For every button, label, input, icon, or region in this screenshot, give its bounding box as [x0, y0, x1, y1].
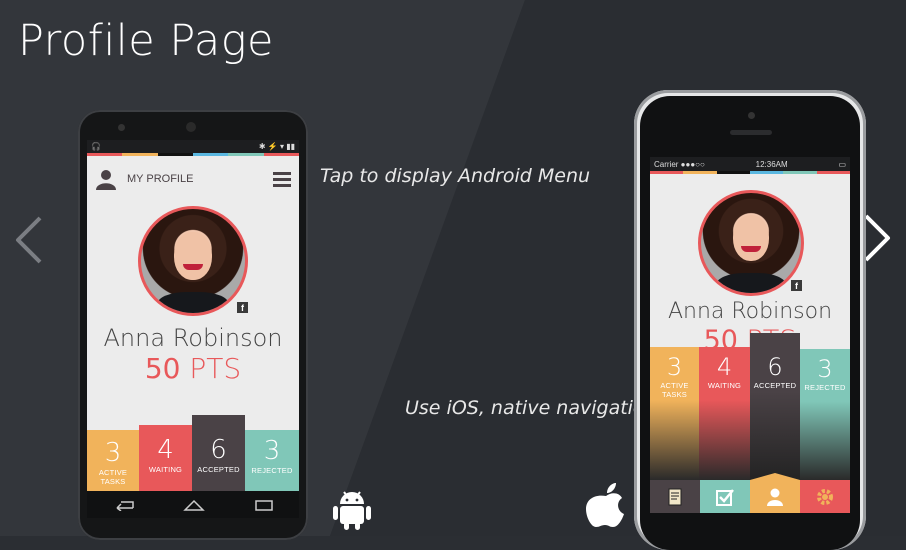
stat-value: 3: [666, 353, 683, 381]
stat-label: ACCEPTED: [197, 465, 240, 474]
stat-value: 3: [817, 355, 833, 383]
profile-user-icon: [96, 170, 116, 190]
profile-avatar[interactable]: [138, 206, 248, 316]
stat-accepted[interactable]: 6 ACCEPTED: [750, 333, 800, 480]
stat-value: 4: [716, 353, 733, 381]
document-icon: [668, 488, 682, 505]
stat-label: WAITING: [707, 381, 742, 390]
stat-value: 3: [263, 436, 281, 466]
profile-avatar[interactable]: [698, 190, 804, 296]
android-header: MY PROFILE: [87, 164, 299, 194]
header-title: MY PROFILE: [127, 173, 194, 185]
ios-caption: Use iOS, native navigation: [405, 397, 657, 419]
battery-icon: ▭: [838, 159, 846, 169]
color-stripe: [650, 171, 850, 174]
camera-icon: [118, 124, 125, 131]
android-logo-icon: [333, 491, 371, 530]
android-screen: 🎧 ✱ ⚡ ▾ ▮▮ MY PROFILE f Anna Robinson 50…: [87, 140, 299, 518]
color-stripe: [87, 153, 299, 156]
stat-waiting[interactable]: 4 WAITING: [699, 347, 750, 480]
stat-label: ACTIVE TASKS: [98, 468, 128, 486]
android-caption: Tap to display Android Menu: [320, 165, 591, 187]
speaker-icon: [186, 122, 196, 132]
facebook-icon[interactable]: f: [791, 280, 802, 291]
home-icon[interactable]: [183, 499, 205, 511]
profile-name: Anna Robinson: [667, 299, 833, 324]
stat-label: ACTIVE TASKS: [660, 381, 689, 399]
page-title: Profile Page: [18, 16, 274, 66]
profile-name: Anna Robinson: [103, 324, 283, 352]
tab-tasks[interactable]: [650, 480, 700, 513]
stat-value: 3: [104, 438, 122, 468]
android-nav-bar: [87, 491, 299, 518]
status-time: 12:36AM: [755, 159, 788, 169]
tab-settings[interactable]: [800, 480, 850, 513]
hamburger-menu-icon[interactable]: [273, 171, 291, 187]
ios-status-bar: Carrier ●●●○○ 12:36AM ▭: [650, 157, 850, 171]
tab-approvals[interactable]: [700, 480, 750, 513]
earpiece-icon: [730, 130, 772, 135]
stat-label: REJECTED: [804, 383, 846, 392]
points-value: 50: [144, 352, 181, 385]
points-display: 50 PTS: [87, 352, 299, 385]
recent-apps-icon[interactable]: [253, 499, 275, 511]
check-icon: [716, 488, 734, 506]
android-status-bar: 🎧 ✱ ⚡ ▾ ▮▮: [87, 140, 299, 153]
stat-label: WAITING: [148, 465, 183, 474]
gear-icon: [817, 488, 833, 505]
tab-profile[interactable]: [750, 473, 800, 513]
carrier-label: Carrier ●●●○○: [654, 159, 705, 169]
facebook-icon[interactable]: f: [237, 302, 248, 313]
stat-value: 6: [767, 353, 783, 381]
stat-value: 6: [210, 435, 227, 465]
user-icon: [767, 488, 783, 506]
ios-tab-bar: [650, 473, 850, 513]
stat-label: REJECTED: [251, 466, 293, 475]
previous-arrow-icon[interactable]: [12, 214, 46, 266]
back-icon[interactable]: [111, 499, 135, 511]
stat-label: ACCEPTED: [753, 381, 797, 390]
front-camera-icon: [748, 112, 755, 119]
apple-logo-icon: [586, 483, 624, 527]
stat-active-tasks[interactable]: 3 ACTIVE TASKS: [650, 347, 699, 480]
headphones-icon: 🎧: [91, 142, 101, 151]
status-icons: ✱ ⚡ ▾ ▮▮: [258, 142, 295, 151]
stat-rejected[interactable]: 3 REJECTED: [800, 349, 850, 480]
ios-screen: Carrier ●●●○○ 12:36AM ▭ f Anna Robinson …: [650, 157, 850, 513]
stat-value: 4: [157, 435, 174, 465]
points-unit: PTS: [189, 352, 242, 385]
